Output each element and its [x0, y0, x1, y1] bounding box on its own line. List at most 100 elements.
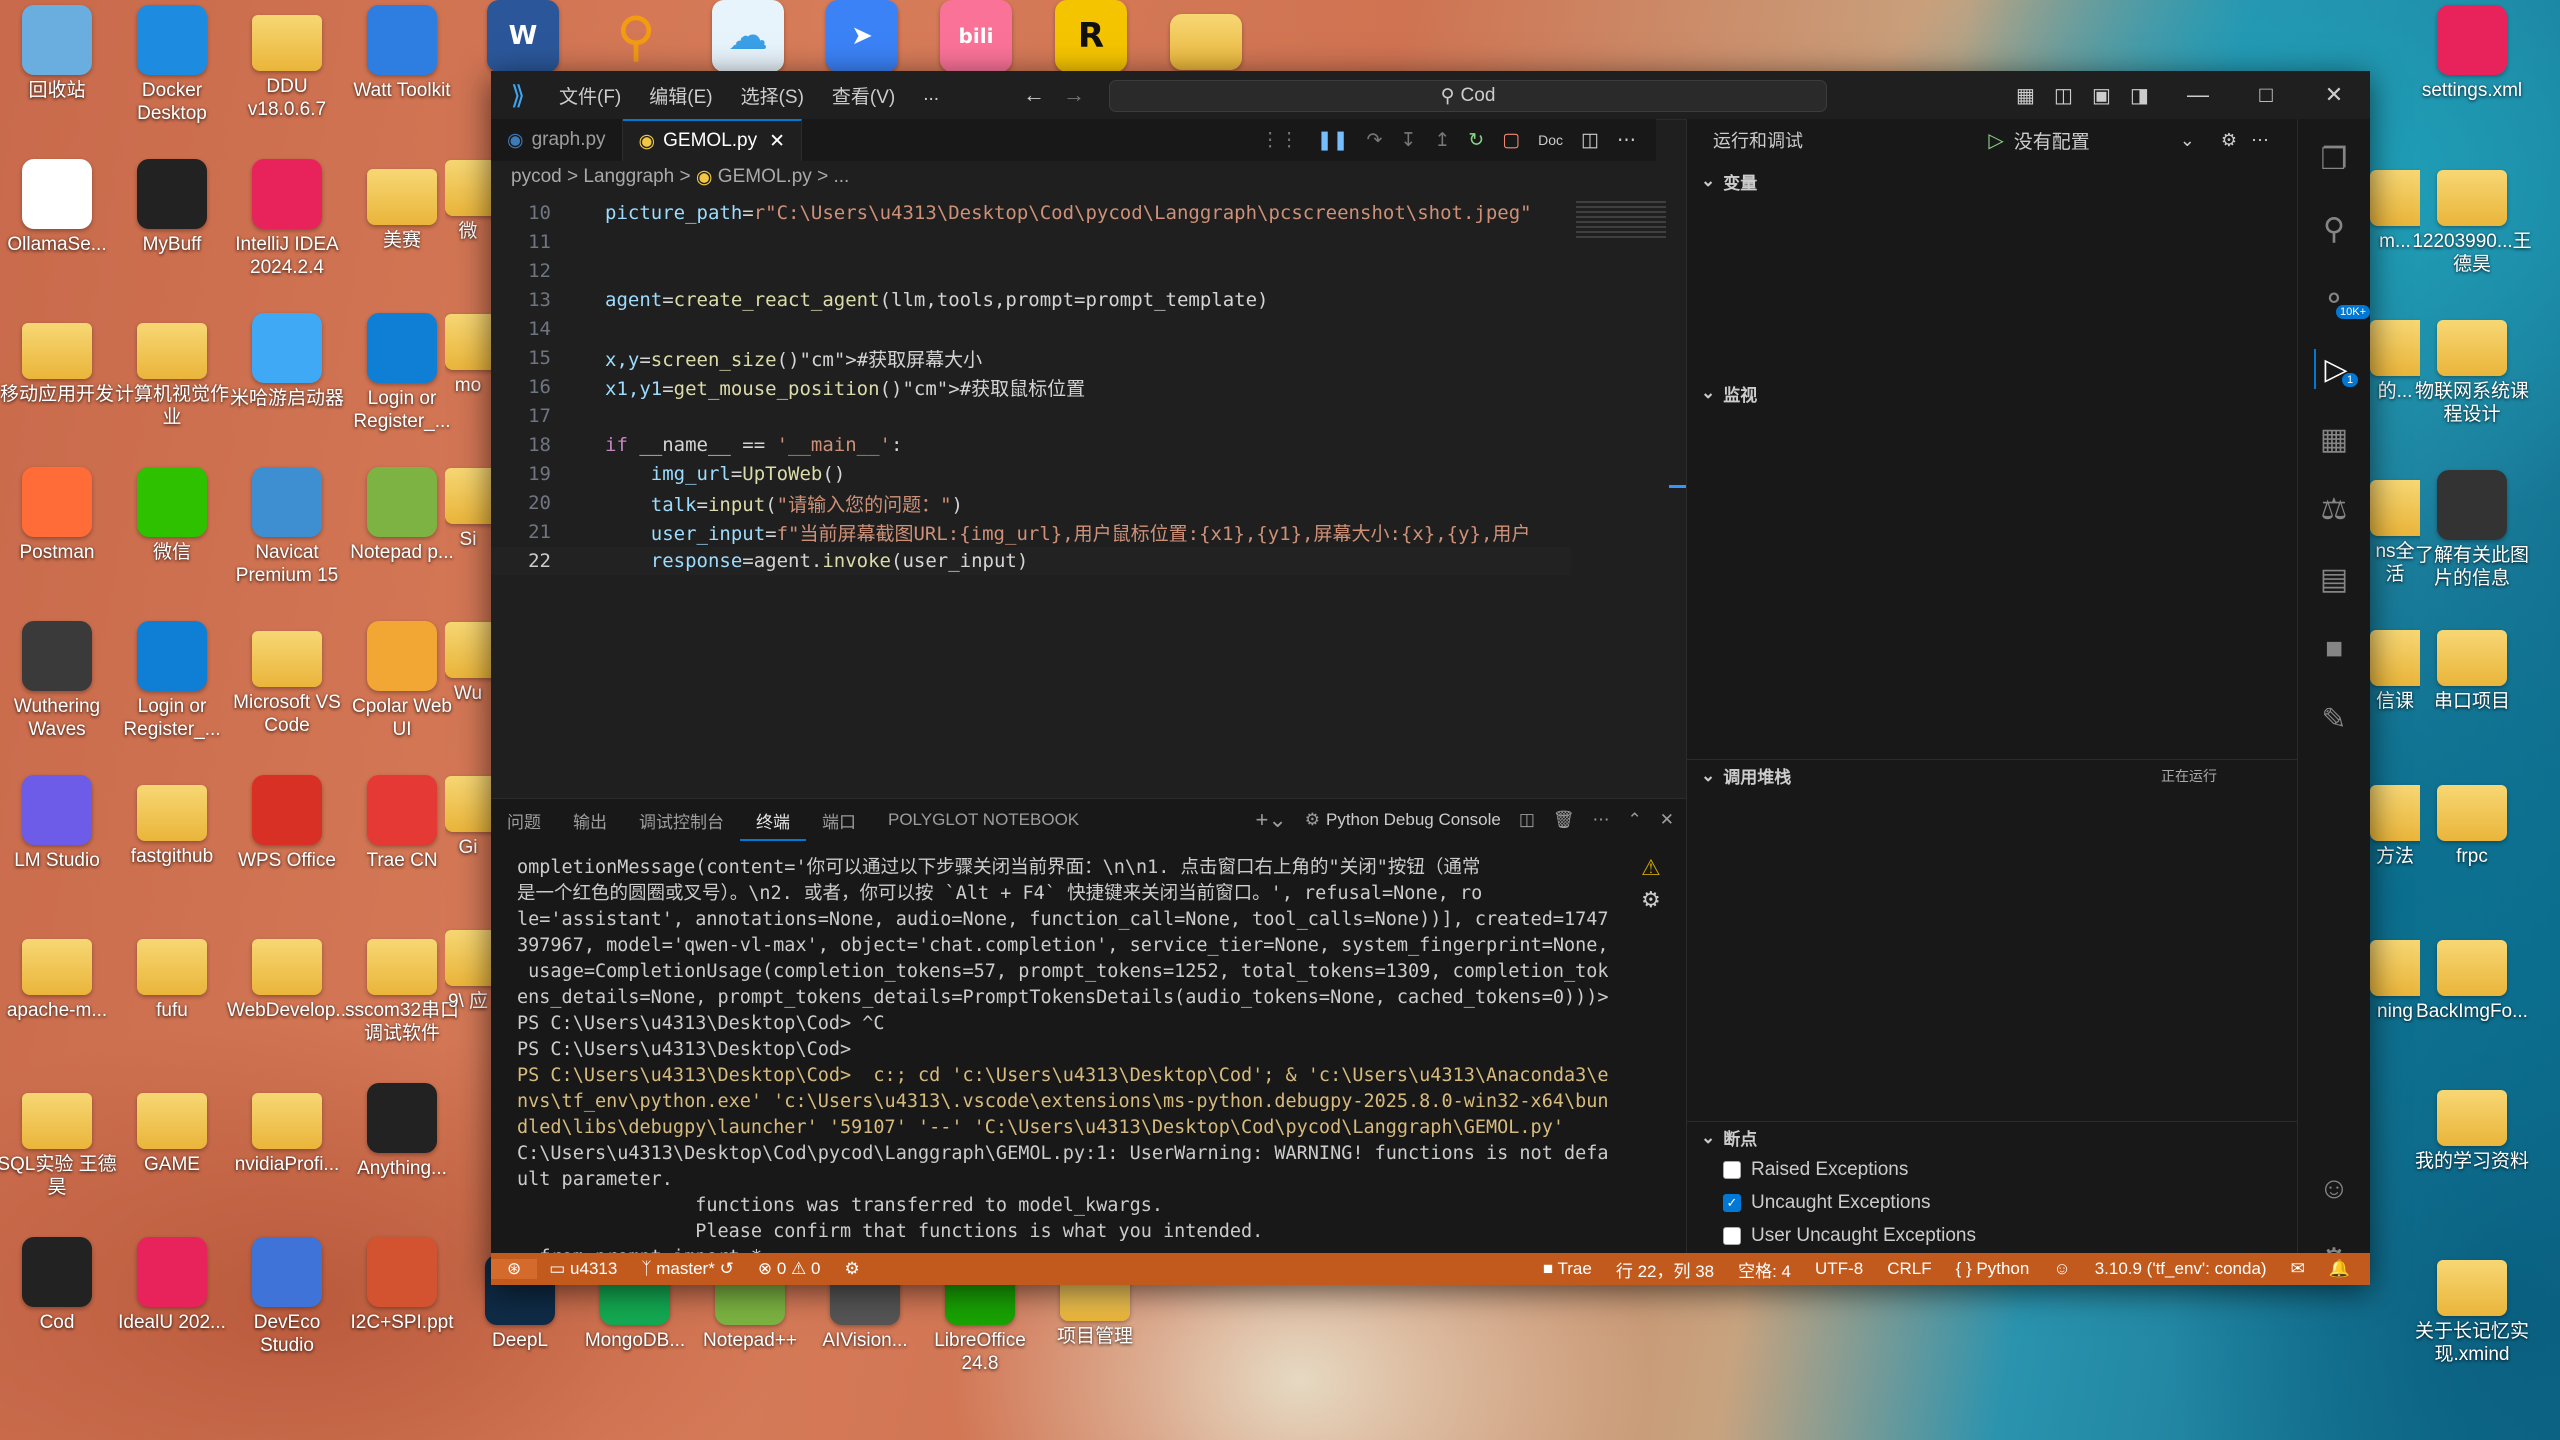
desktop-icon[interactable]: GAME [112, 1083, 232, 1176]
new-terminal-icon[interactable]: +⌄ [1255, 807, 1286, 833]
code-line[interactable]: 14 [491, 315, 1571, 343]
chevron-down-icon[interactable]: ⌄ [2180, 130, 2195, 151]
code-line[interactable]: 13 agent=create_react_agent(llm,tools,pro… [491, 286, 1571, 314]
code-line[interactable]: 10 picture_path=r"C:\Users\u4313\Desktop\… [491, 199, 1571, 227]
start-debug-icon[interactable]: ▷ [1988, 128, 2003, 153]
desktop-icon[interactable]: settings.xml [2412, 5, 2532, 102]
desktop-icon-partial[interactable]: Si [445, 458, 491, 551]
breadcrumb-item[interactable]: GEMOL.py [718, 166, 812, 188]
minimap[interactable] [1576, 201, 1666, 241]
desktop-icon-partial[interactable]: m... [2370, 160, 2420, 253]
desktop-icon[interactable]: 微信 [112, 467, 232, 564]
pause-icon[interactable]: ❚❚ [1317, 129, 1349, 152]
close-panel-icon[interactable]: ✕ [1660, 810, 1674, 830]
section-breakpoints[interactable]: ⌄ 断点 [1687, 1121, 2297, 1153]
menu-edit[interactable]: 编辑(E) [635, 82, 726, 109]
desktop-icon[interactable]: Login or Register_... [342, 313, 462, 433]
user-item[interactable]: ▭ u4313 [537, 1259, 629, 1279]
code-line[interactable]: 21 user_input=f"当前屏幕截图URL:{img_url},用户鼠标… [491, 518, 1571, 546]
tab-terminal[interactable]: 终端 [740, 808, 806, 841]
checkbox[interactable] [1723, 1161, 1741, 1179]
explorer-icon[interactable]: ❐ [2314, 139, 2354, 179]
account-icon[interactable]: ☺ [2314, 1169, 2354, 1209]
desktop-icon[interactable]: IntelliJ IDEA 2024.2.4 [227, 159, 347, 279]
desktop-icon[interactable]: 了解有关此图片的信息 [2412, 470, 2532, 590]
desktop-icon[interactable]: Navicat Premium 15 [227, 467, 347, 587]
feishu-icon[interactable]: ➤ [826, 0, 898, 72]
desktop-icon-partial[interactable]: ning [2370, 930, 2420, 1023]
tab-polyglot[interactable]: POLYGLOT NOTEBOOK [872, 810, 1095, 830]
bilibili-icon[interactable]: bili [940, 0, 1012, 72]
code-line[interactable]: 22 response=agent.invoke(user_input) [491, 547, 1571, 575]
more-actions-icon[interactable]: ⋯ [2251, 130, 2269, 151]
indentation[interactable]: 空格: 4 [1726, 1257, 1803, 1282]
code-line[interactable]: 11 [491, 228, 1571, 256]
layout-customize-icon[interactable]: ▦ [2016, 83, 2035, 108]
desktop-icon[interactable]: Anything... [342, 1083, 462, 1180]
toggle-secondary-sidebar-icon[interactable]: ◨ [2130, 83, 2149, 108]
desktop-icon-partial[interactable]: 的... [2370, 310, 2420, 403]
more-actions-icon[interactable]: ⋯ [1617, 129, 1636, 152]
desktop-icon[interactable]: frpc [2412, 775, 2532, 868]
gear-icon[interactable]: ⚙ [2221, 130, 2237, 151]
desktop-icon[interactable]: SQL实验 王德昊 [0, 1083, 117, 1199]
code-line[interactable]: 19 img_url=UpToWeb() [491, 460, 1571, 488]
encoding[interactable]: UTF-8 [1803, 1259, 1875, 1279]
desktop-icon[interactable]: 米哈游启动器 [227, 313, 347, 410]
desktop-icon[interactable]: Wuthering Waves [0, 621, 117, 741]
desktop-icon[interactable]: Docker Desktop [112, 5, 232, 125]
desktop-icon[interactable]: MyBuff [112, 159, 232, 256]
desktop-icon[interactable]: WebDevelop... [227, 929, 351, 1022]
extensions-icon[interactable]: ▦ [2314, 419, 2354, 459]
checkbox[interactable] [1723, 1227, 1741, 1245]
step-out-icon[interactable]: ↥ [1434, 129, 1450, 152]
split-terminal-icon[interactable]: ◫ [1519, 810, 1535, 830]
rockstar-icon[interactable]: R [1055, 0, 1127, 72]
tab-debug-console[interactable]: 调试控制台 [623, 808, 740, 833]
close-tab-icon[interactable]: ✕ [769, 130, 785, 153]
drag-handle-icon[interactable]: ⋮⋮ [1261, 129, 1299, 152]
desktop-icon[interactable]: 计算机视觉作业 [112, 313, 232, 429]
trash-icon[interactable]: 🗑 [1553, 810, 1575, 830]
desktop-icon[interactable]: nvidiaProfi... [227, 1083, 347, 1176]
code-line[interactable]: 17 [491, 402, 1571, 430]
menu-view[interactable]: 查看(V) [818, 82, 909, 109]
desktop-icon[interactable]: WPS Office [227, 775, 347, 872]
desktop-icon[interactable]: 串口项目 [2412, 620, 2532, 713]
step-into-icon[interactable]: ↧ [1400, 129, 1416, 152]
trae-item[interactable]: ■ Trae [1531, 1259, 1604, 1279]
warning-icon[interactable]: ⚠ [1641, 855, 1661, 881]
desktop-icon[interactable]: Cod [0, 1237, 117, 1334]
desktop-icon[interactable]: Trae CN [342, 775, 462, 872]
checkbox-checked[interactable]: ✓ [1723, 1194, 1741, 1212]
feedback-icon[interactable]: ✉ [2279, 1259, 2317, 1279]
search-icon[interactable]: ⚲ [2314, 209, 2354, 249]
breakpoint-user-uncaught[interactable]: User Uncaught Exceptions [1723, 1225, 1976, 1247]
section-watch[interactable]: ⌄ 监视 [1687, 377, 2297, 409]
cursor-position[interactable]: 行 22，列 38 [1604, 1257, 1726, 1282]
doc-label[interactable]: Doc [1538, 132, 1563, 148]
code-line[interactable]: 18 if __name__ == '__main__': [491, 431, 1571, 459]
desktop-icon[interactable]: 关于长记忆实现.xmind [2412, 1250, 2532, 1366]
line-ending[interactable]: CRLF [1875, 1259, 1943, 1279]
debug-terminal-icon[interactable]: ⚙ [1641, 887, 1661, 913]
tab-graph-py[interactable]: ◉ graph.py [491, 119, 623, 161]
close-window-button[interactable]: ✕ [2300, 71, 2368, 119]
desktop-icon-partial[interactable]: Wu [445, 612, 491, 705]
section-variables[interactable]: ⌄ 变量 [1687, 165, 2297, 197]
code-line[interactable]: 15 x,y=screen_size()"cm">#获取屏幕大小 [491, 344, 1571, 372]
desktop-icon[interactable]: Postman [0, 467, 117, 564]
debug-config-select[interactable]: 没有配置 [2014, 127, 2090, 154]
code-line[interactable]: 20 talk=input("请输入您的问题：") [491, 489, 1571, 517]
menu-more[interactable]: ... [909, 84, 953, 106]
step-over-icon[interactable]: ↷ [1367, 129, 1383, 152]
desktop-icon[interactable]: Microsoft VS Code [227, 621, 347, 737]
desktop-icon-partial[interactable]: 9\ 应 [445, 920, 491, 1013]
desktop-icon[interactable]: 我的学习资料 [2412, 1080, 2532, 1173]
desktop-icon[interactable]: Cpolar Web UI [342, 621, 462, 741]
desktop-icon[interactable]: DDU v18.0.6.7 [227, 5, 347, 121]
word-icon[interactable]: W [487, 0, 559, 72]
desktop-icon[interactable]: sscom32串口调试软件 [342, 929, 462, 1045]
desktop-icon[interactable]: I2C+SPI.ppt [342, 1237, 462, 1334]
remote-icon[interactable]: ⊛ [491, 1259, 538, 1279]
